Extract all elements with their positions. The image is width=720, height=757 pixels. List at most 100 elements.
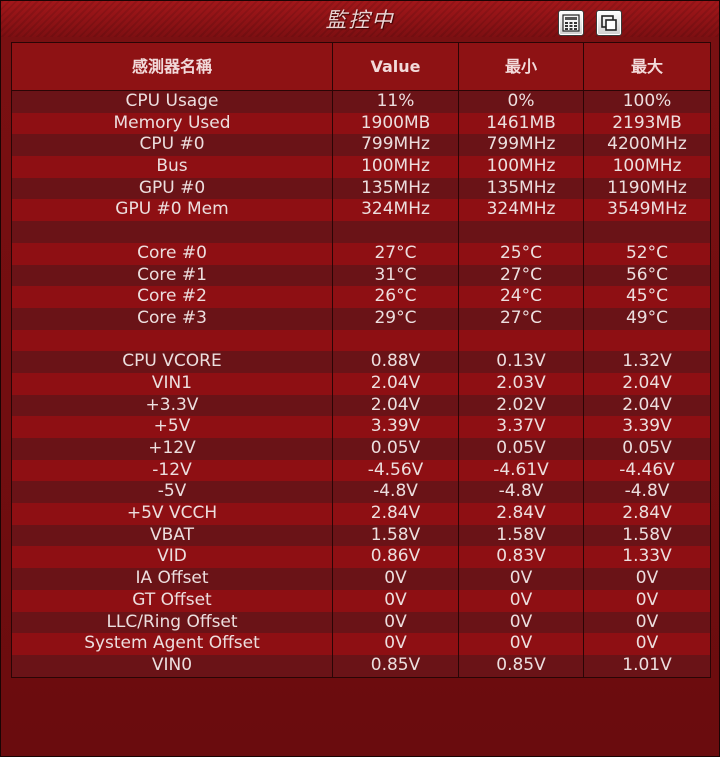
max-cell: 100MHz: [612, 156, 682, 177]
min-cell: -4.61V: [459, 459, 584, 482]
sensor-name-cell: -12V: [12, 459, 333, 482]
value-cell: -4.56V: [333, 459, 459, 482]
max-cell: 1.32V: [622, 351, 672, 372]
sensor-name-cell: [12, 329, 333, 352]
table-row[interactable]: VIN1 2.04V 2.03V 2.04V: [12, 372, 710, 395]
min-cell: [459, 329, 584, 352]
table-row[interactable]: VBAT 1.58V 1.58V 1.58V: [12, 524, 710, 547]
table-row[interactable]: Core #0 27°C 25°C 52°C: [12, 242, 710, 265]
min-cell: 0V: [459, 633, 584, 655]
table-row[interactable]: GPU #0 135MHz 135MHz 1190MHz: [12, 177, 710, 200]
table-row[interactable]: Core #3 29°C 27°C 49°C: [12, 307, 710, 330]
table-row[interactable]: [12, 329, 710, 352]
sensor-name-cell: Core #0: [12, 242, 333, 265]
value-cell: 2.84V: [333, 503, 459, 525]
table-row[interactable]: Memory Used 1900MB 1461MB 2193MB: [12, 112, 710, 135]
table-row[interactable]: [12, 221, 710, 243]
value-cell: 29°C: [333, 307, 459, 330]
value-cell: 11%: [333, 91, 459, 113]
sensor-table: 感測器名稱 Value 最小 最大 CPU Usage 11% 0% 100% Memo…: [11, 42, 711, 678]
max-cell: 0.05V: [622, 438, 672, 458]
table-row[interactable]: +5V VCCH 2.84V 2.84V 2.84V: [12, 503, 710, 525]
table-body: CPU Usage 11% 0% 100% Memory Used 1900MB 1461M…: [12, 91, 710, 677]
header-sensor-name[interactable]: 感測器名稱: [12, 43, 333, 90]
sensor-name-cell: Core #1: [12, 264, 333, 287]
min-cell: 799MHz: [459, 134, 584, 157]
max-cell: 49°C: [625, 307, 668, 328]
min-cell: 100MHz: [459, 156, 584, 178]
value-cell: 0.88V: [333, 351, 459, 373]
max-cell: 2.84V: [622, 503, 672, 524]
table-row[interactable]: VIN0 0.85V 0.85V 1.01V: [12, 654, 710, 677]
sensor-name-cell: CPU VCORE: [12, 351, 333, 373]
sensor-name-cell: +5V: [12, 416, 333, 438]
value-cell: 3.39V: [333, 416, 459, 438]
sensor-name-cell: Bus: [12, 156, 333, 178]
max-cell: 1190MHz: [607, 177, 687, 198]
value-cell: 324MHz: [333, 199, 459, 222]
value-cell: 100MHz: [333, 156, 459, 178]
sensor-name-cell: -5V: [12, 481, 333, 504]
min-cell: 0.85V: [459, 654, 584, 677]
table-header: 感測器名稱 Value 最小 最大: [12, 43, 710, 91]
table-row[interactable]: -5V -4.8V -4.8V -4.8V: [12, 481, 710, 504]
value-cell: 1.58V: [333, 524, 459, 547]
sensor-name-cell: Memory Used: [12, 112, 333, 135]
max-cell: -4.8V: [624, 481, 670, 502]
max-cell: [584, 221, 710, 243]
sensor-name-cell: LLC/Ring Offset: [12, 611, 333, 634]
sensor-name-cell: Core #2: [12, 286, 333, 308]
calculator-button[interactable]: [558, 10, 584, 36]
value-cell: 0V: [333, 568, 459, 590]
table-row[interactable]: Bus 100MHz 100MHz 100MHz: [12, 156, 710, 178]
table-row[interactable]: CPU Usage 11% 0% 100%: [12, 91, 710, 113]
table-row[interactable]: System Agent Offset 0V 0V 0V: [12, 633, 710, 655]
table-row[interactable]: CPU #0 799MHz 799MHz 4200MHz: [12, 134, 710, 157]
table-row[interactable]: +3.3V 2.04V 2.02V 2.04V: [12, 394, 710, 417]
header-max[interactable]: 最大: [584, 43, 710, 90]
value-cell: 2.04V: [333, 372, 459, 395]
table-row[interactable]: -12V -4.56V -4.61V -4.46V: [12, 459, 710, 482]
table-row[interactable]: LLC/Ring Offset 0V 0V 0V: [12, 611, 710, 634]
restore-window-icon: [601, 15, 617, 31]
restore-window-button[interactable]: [596, 10, 622, 36]
table-row[interactable]: GT Offset 0V 0V 0V: [12, 589, 710, 612]
min-cell: 0.05V: [459, 438, 584, 460]
header-min[interactable]: 最小: [459, 43, 584, 90]
table-row[interactable]: VID 0.86V 0.83V 1.33V: [12, 546, 710, 569]
sensor-name-cell: +3.3V: [12, 394, 333, 417]
table-row[interactable]: +5V 3.39V 3.37V 3.39V: [12, 416, 710, 438]
max-cell: 0V: [635, 568, 659, 589]
sensor-name-cell: VIN1: [12, 372, 333, 395]
max-cell: 2193MB: [612, 112, 682, 133]
table-row[interactable]: Core #1 31°C 27°C 56°C: [12, 264, 710, 287]
value-cell: -4.8V: [333, 481, 459, 504]
min-cell: 0%: [459, 91, 584, 113]
sensor-name-cell: IA Offset: [12, 568, 333, 590]
max-cell: 2.04V: [622, 372, 672, 393]
value-cell: 0V: [333, 633, 459, 655]
title-bar[interactable]: 監控中: [1, 1, 719, 37]
min-cell: 2.84V: [459, 503, 584, 525]
min-cell: 135MHz: [459, 177, 584, 200]
max-cell: 1.33V: [622, 546, 672, 567]
max-cell: 1.58V: [622, 524, 672, 545]
max-cell: 1.01V: [622, 654, 672, 675]
min-cell: 27°C: [459, 307, 584, 330]
min-cell: 324MHz: [459, 199, 584, 222]
table-row[interactable]: Core #2 26°C 24°C 45°C: [12, 286, 710, 308]
value-cell: [333, 329, 459, 352]
sensor-name-cell: GPU #0: [12, 177, 333, 200]
min-cell: 0.83V: [459, 546, 584, 569]
table-row[interactable]: GPU #0 Mem 324MHz 324MHz 3549MHz: [12, 199, 710, 222]
max-cell: 4200MHz: [607, 134, 687, 155]
table-row[interactable]: IA Offset 0V 0V 0V: [12, 568, 710, 590]
table-row[interactable]: +12V 0.05V 0.05V 0.05V: [12, 438, 710, 460]
header-value[interactable]: Value: [333, 43, 459, 90]
table-row[interactable]: CPU VCORE 0.88V 0.13V 1.32V: [12, 351, 710, 373]
value-cell: 26°C: [333, 286, 459, 308]
value-cell: 0V: [333, 589, 459, 612]
max-cell: 2.04V: [622, 394, 672, 415]
sensor-name-cell: GT Offset: [12, 589, 333, 612]
sensor-name-cell: Core #3: [12, 307, 333, 330]
